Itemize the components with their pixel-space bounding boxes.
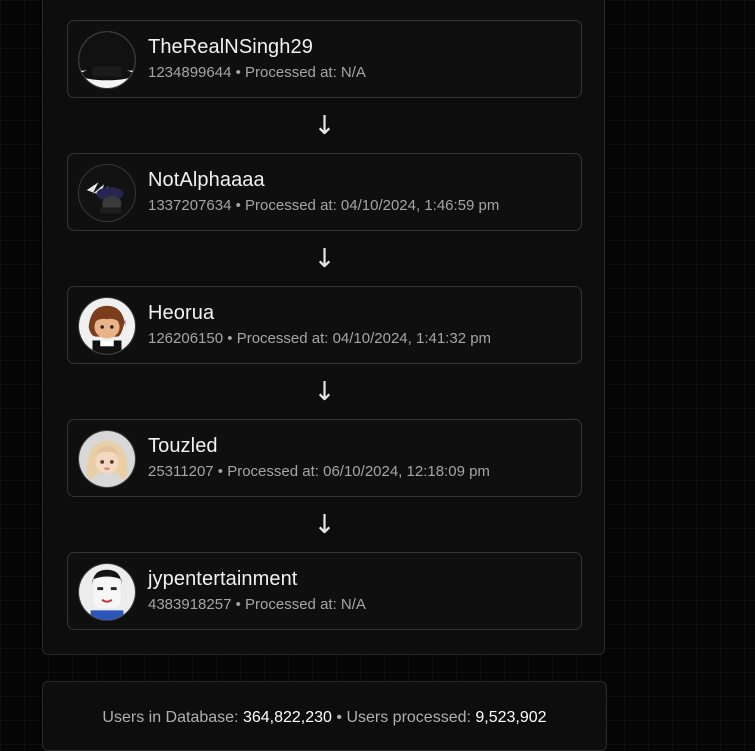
user-name: Touzled bbox=[148, 435, 218, 457]
processed-label: Users processed: bbox=[346, 709, 471, 726]
processed-label: Processed at: bbox=[227, 463, 319, 480]
user-id: 1337207634 bbox=[148, 197, 232, 214]
avatar-blonde-hair-icon bbox=[78, 430, 136, 488]
user-card[interactable]: Heorua 126206150 • Processed at: 04/10/2… bbox=[67, 286, 582, 364]
user-meta: 25311207 • Processed at: 06/10/2024, 12:… bbox=[148, 463, 490, 480]
stats-separator: • bbox=[336, 709, 342, 726]
user-name: jypentertainment bbox=[148, 568, 298, 590]
user-card[interactable]: Touzled 25311207 • Processed at: 06/10/2… bbox=[67, 419, 582, 497]
processed-count: 9,523,902 bbox=[475, 709, 547, 726]
user-meta: 1337207634 • Processed at: 04/10/2024, 1… bbox=[148, 197, 500, 214]
user-chain: TheRealNSingh29 1234899644 • Processed a… bbox=[67, 20, 582, 630]
db-count: 364,822,230 bbox=[242, 709, 332, 726]
processed-at: 04/10/2024, 1:41:32 pm bbox=[332, 330, 492, 347]
avatar-brown-hair-icon bbox=[78, 297, 136, 355]
processed-at: 06/10/2024, 12:18:09 pm bbox=[323, 463, 490, 480]
user-id: 126206150 bbox=[148, 330, 224, 347]
processed-at: N/A bbox=[340, 596, 366, 613]
down-arrow-icon: ↓ bbox=[313, 243, 336, 274]
user-name: Heorua bbox=[148, 302, 215, 324]
user-id: 1234899644 bbox=[148, 64, 232, 81]
user-meta: 4383918257 • Processed at: N/A bbox=[148, 596, 366, 613]
db-label: Users in Database: bbox=[102, 709, 239, 726]
user-id: 4383918257 bbox=[148, 596, 232, 613]
stats-panel: Users in Database: 364,822,230 • Users p… bbox=[42, 681, 607, 751]
processed-label: Processed at: bbox=[236, 330, 329, 347]
user-name: NotAlphaaaa bbox=[148, 169, 265, 191]
avatar-feather-hat-icon bbox=[78, 164, 136, 222]
down-arrow-icon: ↓ bbox=[313, 110, 336, 141]
processed-at: 04/10/2024, 1:46:59 pm bbox=[340, 197, 500, 214]
stats-line: Users in Database: 364,822,230 • Users p… bbox=[43, 709, 606, 727]
user-meta: 1234899644 • Processed at: N/A bbox=[148, 64, 366, 81]
processed-at: N/A bbox=[340, 64, 366, 81]
down-arrow-icon: ↓ bbox=[313, 376, 336, 407]
processed-label: Processed at: bbox=[245, 197, 337, 214]
avatar-black-hat-icon bbox=[78, 31, 136, 89]
user-card[interactable]: jypentertainment 4383918257 • Processed … bbox=[67, 552, 582, 630]
avatar-white-face-icon bbox=[78, 563, 136, 621]
processed-label: Processed at: bbox=[245, 596, 337, 613]
user-card[interactable]: NotAlphaaaa 1337207634 • Processed at: 0… bbox=[67, 153, 582, 231]
user-meta: 126206150 • Processed at: 04/10/2024, 1:… bbox=[148, 330, 492, 347]
user-card[interactable]: TheRealNSingh29 1234899644 • Processed a… bbox=[67, 20, 582, 98]
down-arrow-icon: ↓ bbox=[313, 509, 336, 540]
user-id: 25311207 bbox=[148, 463, 214, 480]
processed-label: Processed at: bbox=[245, 64, 337, 81]
user-name: TheRealNSingh29 bbox=[148, 36, 313, 58]
